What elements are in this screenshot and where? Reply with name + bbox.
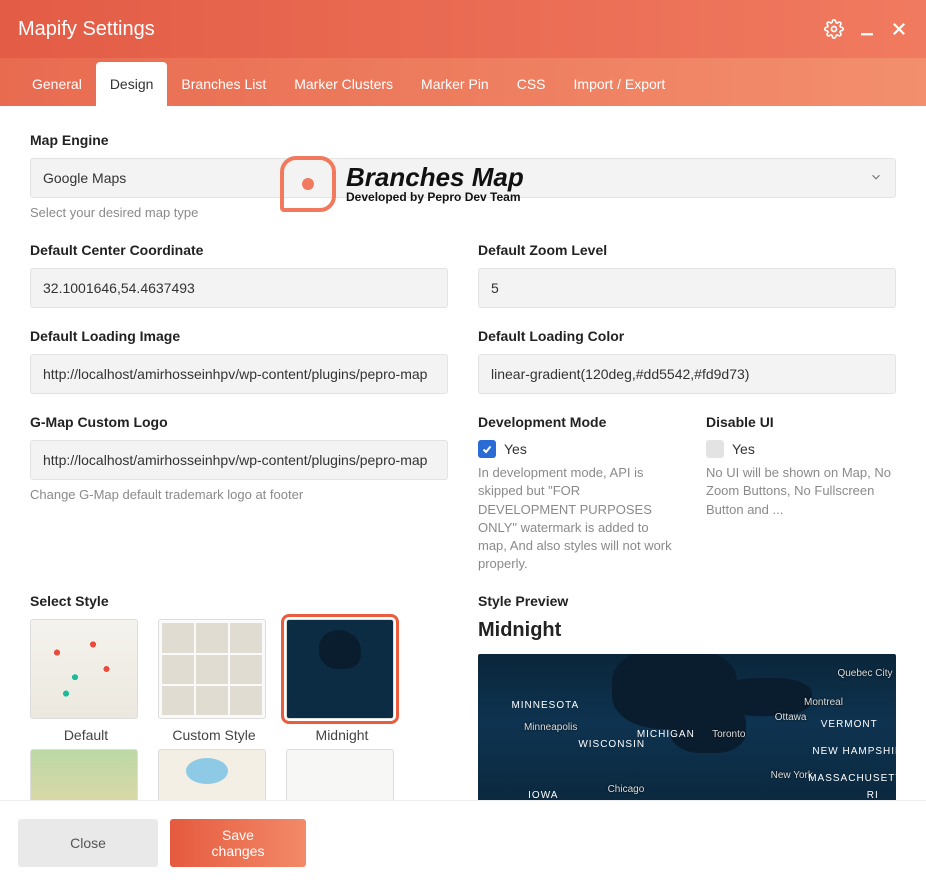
window-title: Mapify Settings [18, 18, 155, 41]
loading-image-label: Default Loading Image [30, 328, 448, 344]
map-engine-select[interactable]: Google Maps [30, 158, 896, 198]
map-city-label: Montreal [804, 697, 843, 708]
map-state-label: NEW HAMPSHIRE [812, 746, 896, 757]
style-preview-label: Style Preview [478, 593, 896, 609]
map-engine-label: Map Engine [30, 132, 896, 148]
style-thumb-custom [158, 619, 266, 719]
style-item-extra-3[interactable] [286, 749, 398, 800]
style-preview-name: Midnight [478, 619, 896, 642]
tab-general[interactable]: General [18, 62, 96, 106]
field-default-zoom: Default Zoom Level [478, 242, 896, 308]
tab-import-export[interactable]: Import / Export [560, 62, 680, 106]
style-label-custom: Custom Style [158, 727, 270, 743]
map-city-label: Ottawa [775, 712, 807, 723]
style-item-extra-1[interactable] [30, 749, 142, 800]
style-item-extra-2[interactable] [158, 749, 270, 800]
gmap-logo-input[interactable] [30, 440, 448, 480]
dev-mode-yes: Yes [504, 441, 527, 457]
disable-ui-yes: Yes [732, 441, 755, 457]
tab-design[interactable]: Design [96, 62, 168, 106]
map-city-label: New York [771, 770, 813, 781]
style-item-midnight[interactable]: Midnight [286, 619, 398, 743]
dev-mode-label: Development Mode [478, 414, 676, 430]
window-controls [824, 19, 908, 39]
map-state-label: MICHIGAN [637, 729, 695, 740]
map-state-label: WISCONSIN [578, 739, 645, 750]
minimize-icon[interactable] [858, 20, 876, 38]
dev-mode-help: In development mode, API is skipped but … [478, 464, 676, 573]
tab-marker-pin[interactable]: Marker Pin [407, 62, 503, 106]
field-disable-ui: Disable UI Yes No UI will be shown on Ma… [706, 414, 896, 519]
gear-icon[interactable] [824, 19, 844, 39]
disable-ui-checkbox[interactable]: Yes [706, 440, 896, 458]
chevron-down-icon [869, 170, 883, 187]
default-zoom-label: Default Zoom Level [478, 242, 896, 258]
default-zoom-input[interactable] [478, 268, 896, 308]
style-thumb-extra-1 [30, 749, 138, 800]
tabbar: General Design Branches List Marker Clus… [0, 58, 926, 106]
close-icon[interactable] [890, 20, 908, 38]
field-default-center: Default Center Coordinate [30, 242, 448, 308]
map-city-label: Minneapolis [524, 722, 577, 733]
select-style-label: Select Style [30, 593, 448, 609]
disable-ui-help: No UI will be shown on Map, No Zoom Butt… [706, 464, 896, 519]
tab-branches-list[interactable]: Branches List [167, 62, 280, 106]
tab-css[interactable]: CSS [503, 62, 560, 106]
style-item-default[interactable]: Default [30, 619, 142, 743]
style-thumb-extra-2 [158, 749, 266, 800]
field-loading-image: Default Loading Image [30, 328, 448, 394]
map-engine-help: Select your desired map type [30, 204, 896, 222]
save-button[interactable]: Save changes [170, 819, 306, 867]
dev-mode-checkbox[interactable]: Yes [478, 440, 676, 458]
field-loading-color: Default Loading Color [478, 328, 896, 394]
close-button[interactable]: Close [18, 819, 158, 867]
footer: Close Save changes [0, 800, 926, 884]
map-state-label: VERMONT [821, 719, 878, 730]
map-city-label: Chicago [608, 784, 645, 795]
loading-image-input[interactable] [30, 354, 448, 394]
map-state-label: MINNESOTA [511, 700, 579, 711]
map-state-label: IOWA [528, 790, 558, 800]
style-thumb-extra-3 [286, 749, 394, 800]
tab-marker-clusters[interactable]: Marker Clusters [280, 62, 407, 106]
map-city-label: Quebec City [837, 668, 892, 679]
disable-ui-label: Disable UI [706, 414, 896, 430]
map-city-label: Toronto [712, 729, 745, 740]
loading-color-input[interactable] [478, 354, 896, 394]
titlebar: Mapify Settings [0, 0, 926, 58]
field-gmap-logo: G-Map Custom Logo Change G-Map default t… [30, 414, 448, 504]
field-select-style: Select Style Default Custom Style Midnig… [30, 593, 448, 800]
style-label-default: Default [30, 727, 142, 743]
style-thumb-default [30, 619, 138, 719]
map-state-label: MASSACHUSETTS [808, 773, 896, 784]
field-map-engine: Map Engine Google Maps Select your desir… [30, 132, 896, 222]
default-center-input[interactable] [30, 268, 448, 308]
field-style-preview: Style Preview Midnight MINNESOTA Minneap… [478, 593, 896, 800]
content-scroll[interactable]: Map Engine Google Maps Select your desir… [0, 106, 926, 800]
style-thumb-midnight [286, 619, 394, 719]
style-preview-map[interactable]: MINNESOTA Minneapolis WISCONSIN MICHIGAN… [478, 654, 896, 800]
gmap-logo-help: Change G-Map default trademark logo at f… [30, 486, 448, 504]
field-dev-mode: Development Mode Yes In development mode… [478, 414, 676, 573]
checkbox-unchecked-icon [706, 440, 724, 458]
style-label-midnight: Midnight [286, 727, 398, 743]
loading-color-label: Default Loading Color [478, 328, 896, 344]
style-item-custom[interactable]: Custom Style [158, 619, 270, 743]
default-center-label: Default Center Coordinate [30, 242, 448, 258]
checkbox-checked-icon [478, 440, 496, 458]
gmap-logo-label: G-Map Custom Logo [30, 414, 448, 430]
map-state-label: RI [867, 790, 879, 800]
map-engine-value: Google Maps [43, 170, 126, 186]
